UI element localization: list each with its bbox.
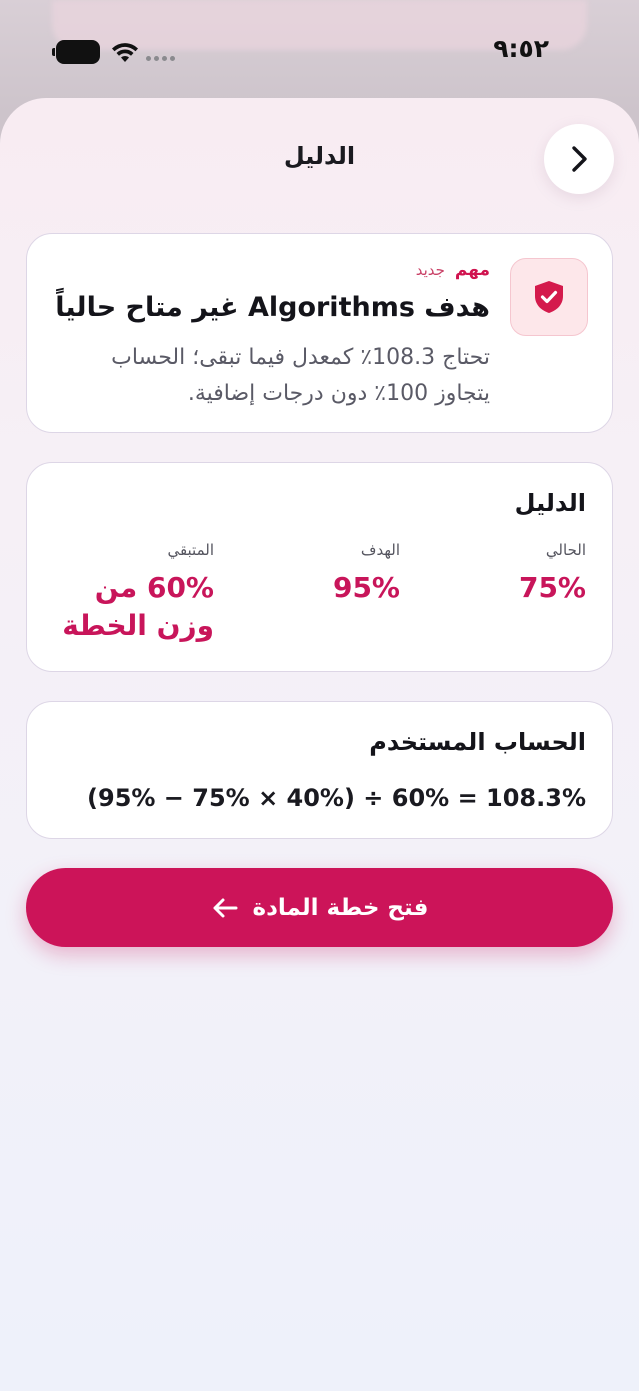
evidence-title: الدليل — [514, 489, 586, 517]
status-icons — [52, 38, 175, 66]
arrow-left-icon — [213, 898, 238, 917]
open-course-plan-button[interactable]: فتح خطة المادة — [26, 868, 613, 947]
calculation-formula: (95% − 75% × 40%) ÷ 60% = 108.3% — [87, 784, 586, 812]
tag-new: جديد — [415, 261, 445, 279]
status-bar: ٩:٥٢ — [0, 0, 639, 100]
alert-body: تحتاج 108.3٪ كمعدل فيما تبقى؛ الحساب يتج… — [111, 345, 490, 406]
stat-remaining: المتبقي 60% من وزن الخطة — [54, 541, 214, 645]
alert-icon-tile — [510, 258, 588, 336]
signal-icon — [146, 43, 175, 61]
stat-current: الحالي 75% — [446, 541, 586, 607]
alert-card: مهم جديد هدف Algorithms غير متاح حالياً … — [26, 233, 613, 433]
alert-tags: مهم جديد — [416, 260, 490, 280]
battery-icon — [52, 40, 100, 64]
alert-title: هدف Algorithms غير متاح حالياً — [55, 292, 490, 323]
stat-target-label: الهدف — [360, 541, 400, 559]
stat-current-value: 75% — [518, 571, 586, 604]
back-button[interactable] — [544, 124, 614, 194]
clock: ٩:٥٢ — [493, 34, 549, 63]
stat-target-value: 95% — [332, 571, 400, 604]
evidence-sheet: الدليل مهم جديد هدف Algorithms غير متاح … — [0, 98, 639, 1391]
shield-check-icon — [535, 281, 563, 313]
open-course-plan-label: فتح خطة المادة — [252, 894, 429, 921]
evidence-card: الدليل الحالي 75% الهدف 95% المتبقي 60% … — [26, 462, 613, 672]
stat-current-label: الحالي — [545, 541, 586, 559]
stat-remaining-value: 60% من وزن الخطة — [62, 571, 214, 642]
calculation-title: الحساب المستخدم — [369, 728, 586, 756]
stat-target: الهدف 95% — [250, 541, 400, 607]
chevron-right-icon — [572, 146, 587, 172]
wifi-icon — [112, 43, 138, 62]
tag-important: مهم — [454, 260, 490, 280]
calculation-card: الحساب المستخدم (95% − 75% × 40%) ÷ 60% … — [26, 701, 613, 839]
stat-remaining-label: المتبقي — [167, 541, 214, 559]
